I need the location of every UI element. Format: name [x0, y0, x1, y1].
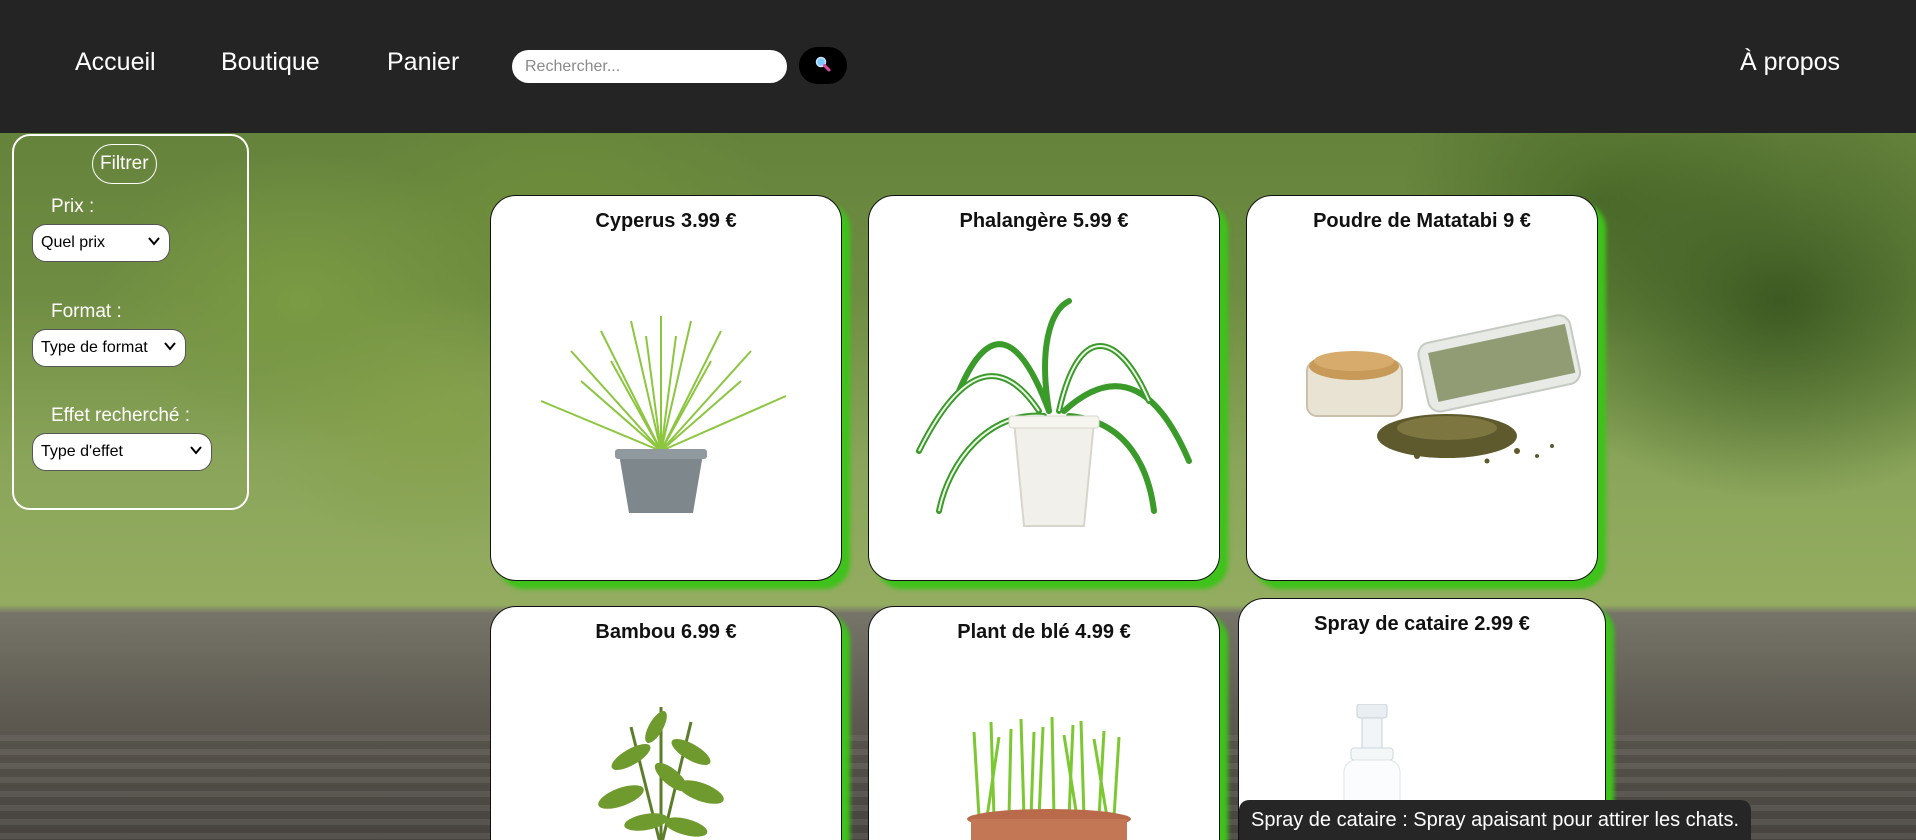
product-title: Plant de blé 4.99 €: [957, 621, 1131, 643]
product-title: Phalangère 5.99 €: [959, 210, 1129, 232]
search-button[interactable]: [799, 47, 847, 84]
chevron-down-icon: [163, 339, 177, 358]
chevron-down-icon: [147, 234, 161, 253]
product-card[interactable]: Cyperus 3.99 €: [490, 195, 842, 581]
nav-about-link[interactable]: À propos: [1740, 48, 1840, 77]
product-title: Poudre de Matatabi 9 €: [1313, 210, 1531, 232]
search-input[interactable]: [512, 50, 787, 83]
nav-cart-link[interactable]: Panier: [387, 48, 459, 77]
product-tooltip: Spray de cataire : Spray apaisant pour a…: [1239, 800, 1752, 840]
search-icon: [814, 55, 832, 76]
top-navbar: Accueil Boutique Panier À propos: [0, 0, 1916, 133]
product-title: Cyperus 3.99 €: [595, 210, 737, 232]
effect-select-value: Type d'effet: [41, 443, 123, 460]
price-select-value: Quel prix: [41, 234, 106, 251]
filter-button[interactable]: Filtrer: [92, 144, 157, 184]
format-label: Format :: [51, 301, 122, 322]
product-card[interactable]: Phalangère 5.99 €: [868, 195, 1220, 581]
effect-select[interactable]: Type d'effet: [32, 433, 212, 471]
filter-panel: Filtrer Prix : Quel prix Format : Type d…: [12, 134, 249, 510]
nav-home-link[interactable]: Accueil: [75, 48, 156, 77]
price-select[interactable]: Quel prix: [32, 224, 170, 262]
product-card[interactable]: Poudre de Matatabi 9 €: [1246, 195, 1598, 581]
format-select[interactable]: Type de format: [32, 329, 186, 367]
cyperus-plant-image: [540, 316, 787, 513]
nav-shop-link[interactable]: Boutique: [221, 48, 320, 77]
format-select-value: Type de format: [41, 339, 148, 356]
price-label: Prix :: [51, 196, 95, 217]
spider-plant-image: [916, 298, 1192, 527]
matatabi-powder-image: [1306, 314, 1582, 464]
product-card[interactable]: Bambou 6.99 €: [490, 606, 842, 840]
bamboo-plant-image: [598, 707, 724, 840]
product-title: Bambou 6.99 €: [595, 621, 737, 643]
effect-label: Effet recherché :: [51, 405, 191, 426]
chevron-down-icon: [189, 443, 203, 462]
product-title: Spray de cataire 2.99 €: [1314, 613, 1530, 635]
product-card[interactable]: Plant de blé 4.99 €: [868, 606, 1220, 840]
wheat-grass-image: [967, 717, 1131, 840]
